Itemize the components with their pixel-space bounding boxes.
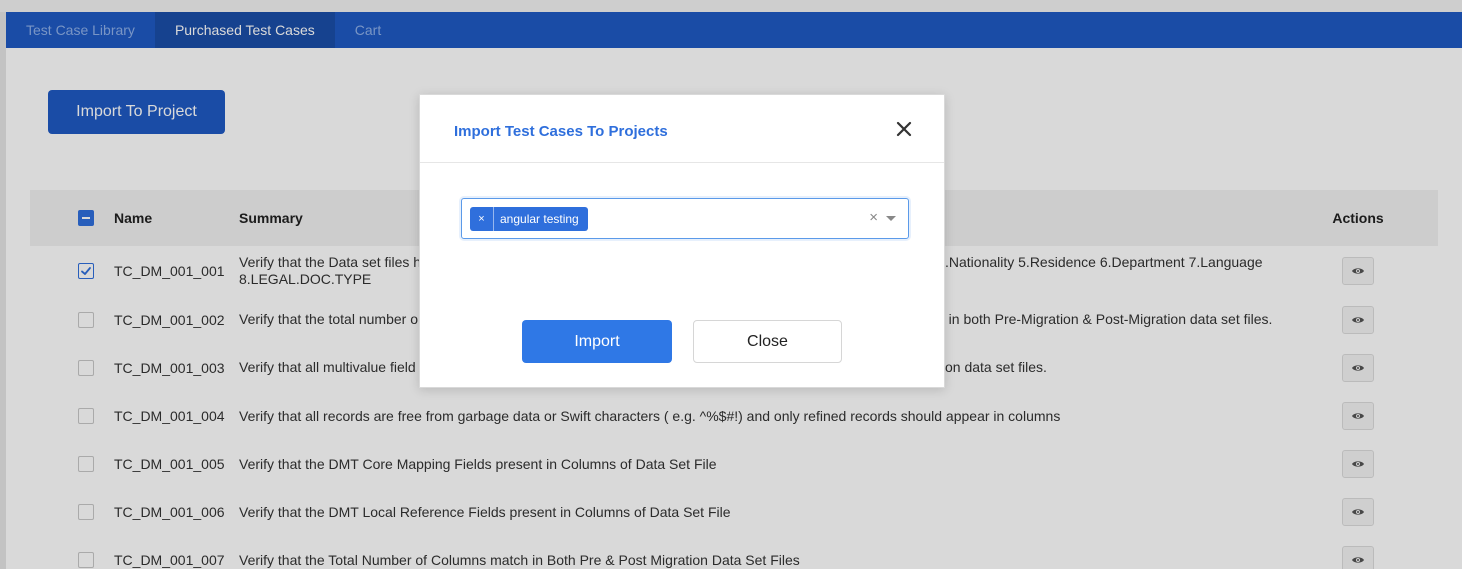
app-root: Test Case Library Purchased Test Cases C…	[0, 0, 1462, 569]
close-button[interactable]: Close	[693, 320, 842, 363]
import-modal: Import Test Cases To Projects × angular …	[419, 94, 945, 388]
close-icon[interactable]	[892, 117, 916, 141]
modal-header: Import Test Cases To Projects	[420, 95, 944, 163]
chip-label: angular testing	[500, 212, 579, 226]
clear-selection-icon[interactable]: ×	[869, 209, 878, 226]
import-button[interactable]: Import	[522, 320, 672, 363]
chip-remove-icon[interactable]: ×	[470, 207, 494, 231]
selected-project-chip: × angular testing	[470, 207, 588, 231]
project-select[interactable]: × angular testing ×	[461, 198, 909, 239]
chevron-down-icon[interactable]	[886, 216, 896, 221]
modal-title: Import Test Cases To Projects	[454, 123, 668, 140]
